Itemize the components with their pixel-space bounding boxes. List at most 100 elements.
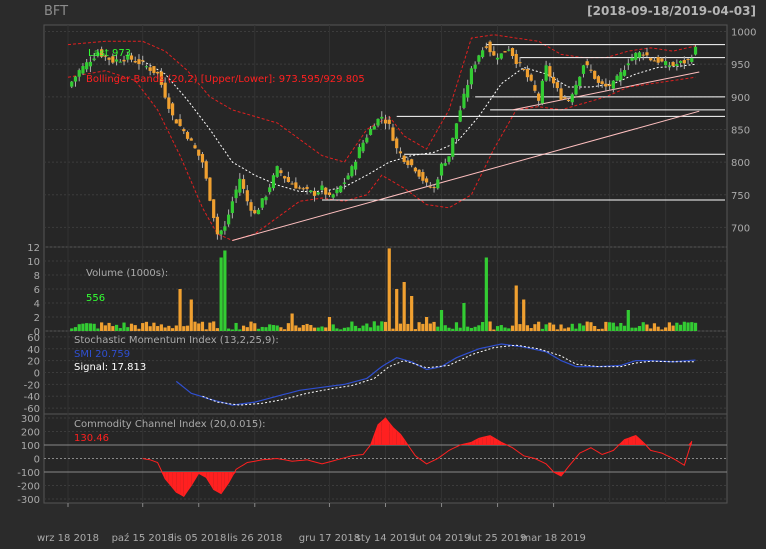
- volume-bar: [678, 324, 683, 331]
- volume-bar: [667, 322, 671, 331]
- candle-body: [484, 46, 488, 48]
- volume-bar: [309, 325, 313, 331]
- candle-body: [301, 188, 305, 190]
- candle-body: [424, 178, 429, 183]
- candle-body: [141, 60, 145, 62]
- candle-body: [488, 41, 492, 53]
- candle-body: [443, 163, 447, 166]
- volume-bar: [619, 322, 623, 331]
- volume-bar: [159, 324, 163, 331]
- volume-bar: [170, 328, 175, 331]
- candle-body: [507, 49, 511, 51]
- volume-bar: [92, 323, 96, 331]
- volume-bar: [279, 327, 283, 331]
- volume-bar: [174, 325, 178, 331]
- volume-tick-label: 10: [27, 257, 40, 268]
- volume-bar: [645, 324, 649, 331]
- candle-body: [626, 63, 630, 66]
- volume-bar: [600, 328, 604, 331]
- candle-body: [73, 76, 78, 82]
- volume-bar: [111, 326, 115, 331]
- candle-body: [402, 155, 406, 163]
- volume-bar: [626, 310, 630, 331]
- volume-bar: [189, 299, 193, 331]
- volume-bar: [551, 324, 556, 331]
- candle-body: [178, 119, 182, 126]
- volume-bar: [365, 323, 369, 331]
- x-tick-label: lis 26 2018: [227, 533, 282, 544]
- volume-bar: [212, 321, 216, 331]
- candle-body: [354, 161, 358, 170]
- smi-tick-label: 0: [34, 369, 40, 380]
- volume-bar: [682, 321, 686, 331]
- volume-bar: [447, 327, 451, 331]
- volume-bar: [604, 321, 608, 331]
- smi-tick-label: 60: [27, 333, 40, 344]
- volume-tick-label: 12: [27, 243, 40, 254]
- candle-body: [212, 199, 216, 219]
- candle-body: [634, 52, 638, 60]
- candle-body: [297, 187, 302, 189]
- price-tick-label: 1000: [731, 28, 756, 39]
- candle-body: [170, 103, 175, 116]
- volume-bar: [671, 325, 675, 331]
- candle-body: [555, 82, 559, 89]
- volume-bar: [634, 327, 638, 331]
- ticker-title: BFT: [44, 4, 69, 19]
- volume-bar: [148, 326, 152, 331]
- x-tick-label: lis 05 2018: [171, 533, 226, 544]
- candle-body: [410, 159, 414, 166]
- chart-root: 700 750 800 850 900 950 1000 0 2 4 6 8 10 12 -60 -40 -20…: [0, 0, 766, 549]
- volume-bar: [368, 327, 373, 331]
- volume-bar: [424, 317, 429, 331]
- bollinger-legend: Bollinger Bands (20,2) [Upper/Lower]: 97…: [86, 74, 365, 85]
- volume-bar: [316, 327, 320, 331]
- candle-body: [114, 59, 119, 62]
- volume-bar: [443, 325, 447, 331]
- volume-bar: [387, 248, 391, 331]
- candle-body: [372, 126, 376, 130]
- volume-bar: [376, 325, 380, 331]
- volume-bar: [238, 329, 242, 331]
- candle-body: [458, 110, 462, 122]
- candle-body: [383, 119, 388, 124]
- volume-bar: [495, 326, 500, 331]
- volume-bar: [286, 323, 290, 331]
- candle-body: [118, 61, 122, 63]
- candle-body: [271, 175, 276, 189]
- volume-bar: [488, 321, 492, 331]
- volume-bar: [339, 329, 343, 331]
- candle-body: [466, 85, 470, 98]
- candle-body: [148, 67, 152, 71]
- candle-body: [649, 58, 653, 61]
- volume-bar: [533, 324, 537, 331]
- smi-tick-label: -20: [24, 380, 40, 391]
- candle-body: [413, 167, 417, 172]
- cci-tick-label: 200: [21, 428, 40, 439]
- candle-body: [428, 186, 432, 188]
- candle-body: [686, 59, 690, 61]
- volume-bar: [615, 326, 619, 331]
- candle-body: [70, 81, 74, 87]
- volume-bar: [410, 296, 414, 331]
- volume-bar: [208, 322, 212, 331]
- volume-bar: [395, 289, 399, 331]
- x-tick-label: mar 18 2019: [521, 533, 586, 544]
- candle-body: [77, 70, 81, 77]
- volume-bar: [275, 325, 279, 331]
- candle-body: [85, 62, 89, 70]
- candle-body: [204, 161, 208, 179]
- candle-body: [320, 185, 324, 191]
- volume-bar: [372, 321, 376, 331]
- volume-bar: [283, 329, 287, 331]
- volume-title: Volume (1000s):: [86, 268, 169, 279]
- candle-body: [215, 216, 220, 235]
- cci-tick-label: 300: [21, 414, 40, 425]
- candle-body: [264, 196, 268, 201]
- candle-body: [551, 76, 556, 84]
- price-tick-label: 950: [731, 60, 750, 71]
- volume-bar: [230, 329, 234, 331]
- candle-body: [652, 60, 657, 62]
- candle-body: [656, 57, 660, 63]
- price-tick-label: 900: [731, 93, 750, 104]
